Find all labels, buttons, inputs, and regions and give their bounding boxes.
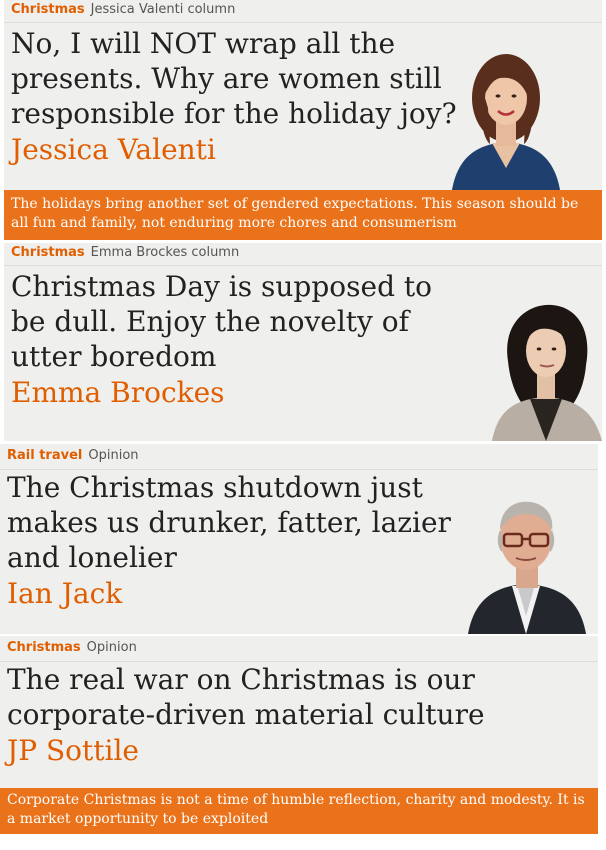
kicker: Christmas Jessica Valenti column xyxy=(11,2,235,17)
author-portrait-brockes xyxy=(492,299,602,441)
byline[interactable]: Jessica Valenti xyxy=(11,132,471,167)
article-card-jack[interactable]: Rail travel Opinion The Christmas shutdow… xyxy=(0,444,598,634)
byline[interactable]: Ian Jack xyxy=(7,576,467,611)
headline[interactable]: Christmas Day is supposed to be dull. En… xyxy=(11,269,471,410)
series-label: Jessica Valenti column xyxy=(90,2,236,17)
headline[interactable]: No, I will NOT wrap all the presents. Wh… xyxy=(11,26,471,167)
section-label[interactable]: Christmas xyxy=(11,2,85,17)
series-label: Emma Brockes column xyxy=(90,245,240,260)
kicker: Christmas Opinion xyxy=(7,640,137,655)
kicker: Rail travel Opinion xyxy=(7,448,139,463)
headline[interactable]: The real war on Christmas is our corpora… xyxy=(7,662,592,768)
author-portrait-jack xyxy=(466,496,588,634)
section-label[interactable]: Rail travel xyxy=(7,448,82,463)
headline-text[interactable]: The Christmas shutdown just makes us dru… xyxy=(7,471,451,574)
standfirst[interactable]: The holidays bring another set of gender… xyxy=(4,190,602,240)
article-card-sottile[interactable]: Christmas Opinion The real war on Christm… xyxy=(0,636,598,834)
author-portrait-valenti xyxy=(444,48,564,190)
byline[interactable]: JP Sottile xyxy=(7,733,592,768)
byline[interactable]: Emma Brockes xyxy=(11,375,471,410)
headline[interactable]: The Christmas shutdown just makes us dru… xyxy=(7,470,467,611)
section-label[interactable]: Christmas xyxy=(7,640,81,655)
article-card-brockes[interactable]: Christmas Emma Brockes column Christmas D… xyxy=(4,243,602,441)
series-label: Opinion xyxy=(88,448,139,463)
section-label[interactable]: Christmas xyxy=(11,245,85,260)
article-card-valenti[interactable]: Christmas Jessica Valenti column No, I wi… xyxy=(4,0,602,240)
series-label: Opinion xyxy=(86,640,137,655)
headline-text[interactable]: No, I will NOT wrap all the presents. Wh… xyxy=(11,27,457,130)
headline-text[interactable]: The real war on Christmas is our corpora… xyxy=(7,663,485,731)
kicker: Christmas Emma Brockes column xyxy=(11,245,239,260)
headline-text[interactable]: Christmas Day is supposed to be dull. En… xyxy=(11,270,432,373)
standfirst[interactable]: Corporate Christmas is not a time of hum… xyxy=(0,788,598,834)
